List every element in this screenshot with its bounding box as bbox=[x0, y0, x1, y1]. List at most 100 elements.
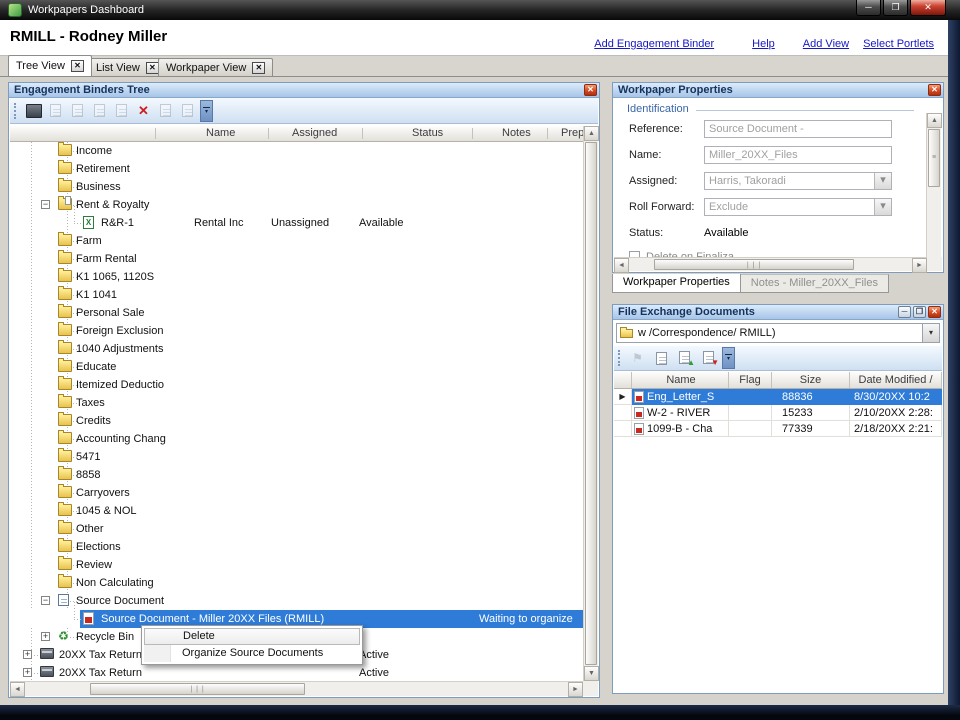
link-add-view[interactable]: Add View bbox=[803, 38, 849, 50]
properties-icon[interactable] bbox=[155, 101, 176, 121]
scroll-right-icon[interactable]: ► bbox=[568, 682, 583, 697]
tab-list-view[interactable]: List View✕ bbox=[88, 58, 167, 76]
column-header-flag[interactable]: Flag bbox=[729, 372, 772, 388]
tree-row-review[interactable]: Review bbox=[10, 556, 583, 574]
expand-toggle-icon[interactable]: − bbox=[41, 596, 50, 605]
expand-toggle-icon[interactable]: − bbox=[41, 200, 50, 209]
tree-row-other[interactable]: Other bbox=[10, 520, 583, 538]
file-row-1099-b-cha[interactable]: 1099-B - Cha773392/18/20XX 2:21: bbox=[614, 421, 942, 437]
menu-item-delete[interactable]: Delete bbox=[144, 628, 360, 645]
scroll-left-icon[interactable]: ◄ bbox=[614, 258, 629, 273]
tree-row-carryovers[interactable]: Carryovers bbox=[10, 484, 583, 502]
tab-notes-miller-20xx-files[interactable]: Notes - Miller_20XX_Files bbox=[740, 274, 889, 293]
scroll-up-icon[interactable]: ▲ bbox=[927, 113, 942, 128]
column-header-name[interactable]: Name bbox=[632, 372, 729, 388]
expand-toggle-icon[interactable]: + bbox=[41, 632, 50, 641]
tree-row-itemized-deductio[interactable]: Itemized Deductio bbox=[10, 376, 583, 394]
scroll-thumb[interactable] bbox=[585, 142, 597, 665]
tree-row-farm[interactable]: Farm bbox=[10, 232, 583, 250]
tree-row-8858[interactable]: 8858 bbox=[10, 466, 583, 484]
binder-icon[interactable] bbox=[23, 101, 44, 121]
column-header-name[interactable]: Name bbox=[206, 127, 235, 139]
delete-icon[interactable]: ✕ bbox=[133, 101, 154, 121]
tree-row-credits[interactable]: Credits bbox=[10, 412, 583, 430]
column-header-notes[interactable]: Notes bbox=[502, 127, 531, 139]
scroll-thumb[interactable]: | | | bbox=[90, 683, 305, 695]
expand-toggle-icon[interactable]: + bbox=[23, 650, 32, 659]
toolbar-overflow-button[interactable]: ▾ bbox=[722, 347, 735, 369]
tree-row-k1-1041[interactable]: K1 1041 bbox=[10, 286, 583, 304]
properties-panel-close-icon[interactable]: ✕ bbox=[928, 84, 941, 96]
tree-row-1045-nol[interactable]: 1045 & NOL bbox=[10, 502, 583, 520]
link-help[interactable]: Help bbox=[752, 38, 775, 50]
new-binder-icon[interactable] bbox=[45, 101, 66, 121]
window-restore-button[interactable]: ❐ bbox=[883, 0, 908, 16]
properties-vertical-scrollbar[interactable]: ▲ ≡ ▼ bbox=[926, 113, 941, 259]
download-icon[interactable]: ▼ bbox=[699, 348, 720, 368]
assigned-select[interactable]: Harris, Takoradi bbox=[704, 172, 892, 190]
new-note-icon[interactable] bbox=[89, 101, 110, 121]
tree-row-20xx-tax-return-29[interactable]: +20XX Tax ReturnActive bbox=[10, 664, 583, 681]
view-document-icon[interactable] bbox=[651, 348, 672, 368]
file-row-eng-letter-s[interactable]: ▶Eng_Letter_S888368/30/20XX 10:2 bbox=[614, 389, 942, 405]
upload-icon[interactable]: ▲ bbox=[675, 348, 696, 368]
edit-icon[interactable] bbox=[111, 101, 132, 121]
tree-row-personal-sale[interactable]: Personal Sale bbox=[10, 304, 583, 322]
scroll-down-icon[interactable]: ▼ bbox=[584, 666, 599, 681]
column-header-size[interactable]: Size bbox=[772, 372, 850, 388]
tree-row-educate[interactable]: Educate bbox=[10, 358, 583, 376]
tab-workpaper-view[interactable]: Workpaper View✕ bbox=[158, 58, 273, 76]
tree-horizontal-scrollbar[interactable]: ◄ | | | ► bbox=[10, 681, 583, 696]
toolbar-overflow-button[interactable]: ▾ bbox=[200, 100, 213, 122]
tree-row-accounting-chang[interactable]: Accounting Chang bbox=[10, 430, 583, 448]
column-header-date-modified[interactable]: Date Modified / bbox=[850, 372, 942, 388]
files-panel-close-icon[interactable]: ✕ bbox=[928, 306, 941, 318]
tree-row-retirement[interactable]: Retirement bbox=[10, 160, 583, 178]
print-icon[interactable] bbox=[177, 101, 198, 121]
tree-row-r-r-1[interactable]: XR&R-1Rental IncUnassignedAvailable bbox=[10, 214, 583, 232]
toolbar-grip[interactable] bbox=[618, 350, 623, 366]
tab-close-icon[interactable]: ✕ bbox=[146, 62, 159, 74]
toolbar-grip[interactable] bbox=[14, 103, 19, 119]
window-close-button[interactable]: ✕ bbox=[910, 0, 946, 16]
tab-close-icon[interactable]: ✕ bbox=[71, 60, 84, 72]
tree-row-income[interactable]: Income bbox=[10, 142, 583, 160]
tree-row-business[interactable]: Business bbox=[10, 178, 583, 196]
tab-workpaper-properties[interactable]: Workpaper Properties bbox=[612, 274, 741, 293]
files-panel-minimize-icon[interactable]: ─ bbox=[898, 306, 911, 318]
scroll-up-icon[interactable]: ▲ bbox=[584, 126, 599, 141]
tree-row-1040-adjustments[interactable]: 1040 Adjustments bbox=[10, 340, 583, 358]
tree-panel-close-icon[interactable]: ✕ bbox=[584, 84, 597, 96]
scroll-right-icon[interactable]: ► bbox=[912, 258, 927, 273]
combobox-dropdown-icon[interactable]: ▾ bbox=[922, 324, 939, 342]
tree-row-5471[interactable]: 5471 bbox=[10, 448, 583, 466]
tree-row-k1-1065-1120s[interactable]: K1 1065, 1120S bbox=[10, 268, 583, 286]
tree-row-elections[interactable]: Elections bbox=[10, 538, 583, 556]
reference-input[interactable]: Source Document - bbox=[704, 120, 892, 138]
file-row-w-2-river[interactable]: W-2 - RIVER152332/10/20XX 2:28: bbox=[614, 405, 942, 421]
tree-vertical-scrollbar[interactable]: ▲ ▼ bbox=[583, 126, 598, 681]
tab-tree-view[interactable]: Tree View✕ bbox=[8, 55, 92, 76]
column-header-status[interactable]: Status bbox=[412, 127, 443, 139]
tree-row-foreign-exclusion[interactable]: Foreign Exclusion bbox=[10, 322, 583, 340]
tree-row-rent-royalty[interactable]: −Rent & Royalty bbox=[10, 196, 583, 214]
expand-toggle-icon[interactable]: + bbox=[23, 668, 32, 677]
flag-icon[interactable]: ⚑ bbox=[627, 348, 648, 368]
row-selector-icon[interactable] bbox=[614, 421, 632, 437]
files-panel-restore-icon[interactable]: ❐ bbox=[913, 306, 926, 318]
scroll-thumb[interactable]: | | | bbox=[654, 259, 854, 270]
row-selector-icon[interactable] bbox=[614, 405, 632, 421]
menu-item-organize-source-documents[interactable]: Organize Source Documents bbox=[144, 645, 360, 662]
column-header-assigned[interactable]: Assigned bbox=[292, 127, 337, 139]
folder-path-combobox[interactable]: w /Correspondence/ RMILL) ▾ bbox=[616, 323, 940, 343]
link-add-engagement-binder[interactable]: Add Engagement Binder bbox=[594, 38, 714, 50]
tree-row-farm-rental[interactable]: Farm Rental bbox=[10, 250, 583, 268]
tree-row-taxes[interactable]: Taxes bbox=[10, 394, 583, 412]
tab-close-icon[interactable]: ✕ bbox=[252, 62, 265, 74]
scroll-thumb[interactable]: ≡ bbox=[928, 129, 940, 187]
properties-horizontal-scrollbar[interactable]: ◄ | | | ► bbox=[614, 257, 927, 271]
tree-row-non-calculating[interactable]: Non Calculating bbox=[10, 574, 583, 592]
new-workpaper-icon[interactable] bbox=[67, 101, 88, 121]
row-selector-icon[interactable]: ▶ bbox=[614, 389, 632, 405]
scroll-left-icon[interactable]: ◄ bbox=[10, 682, 25, 697]
